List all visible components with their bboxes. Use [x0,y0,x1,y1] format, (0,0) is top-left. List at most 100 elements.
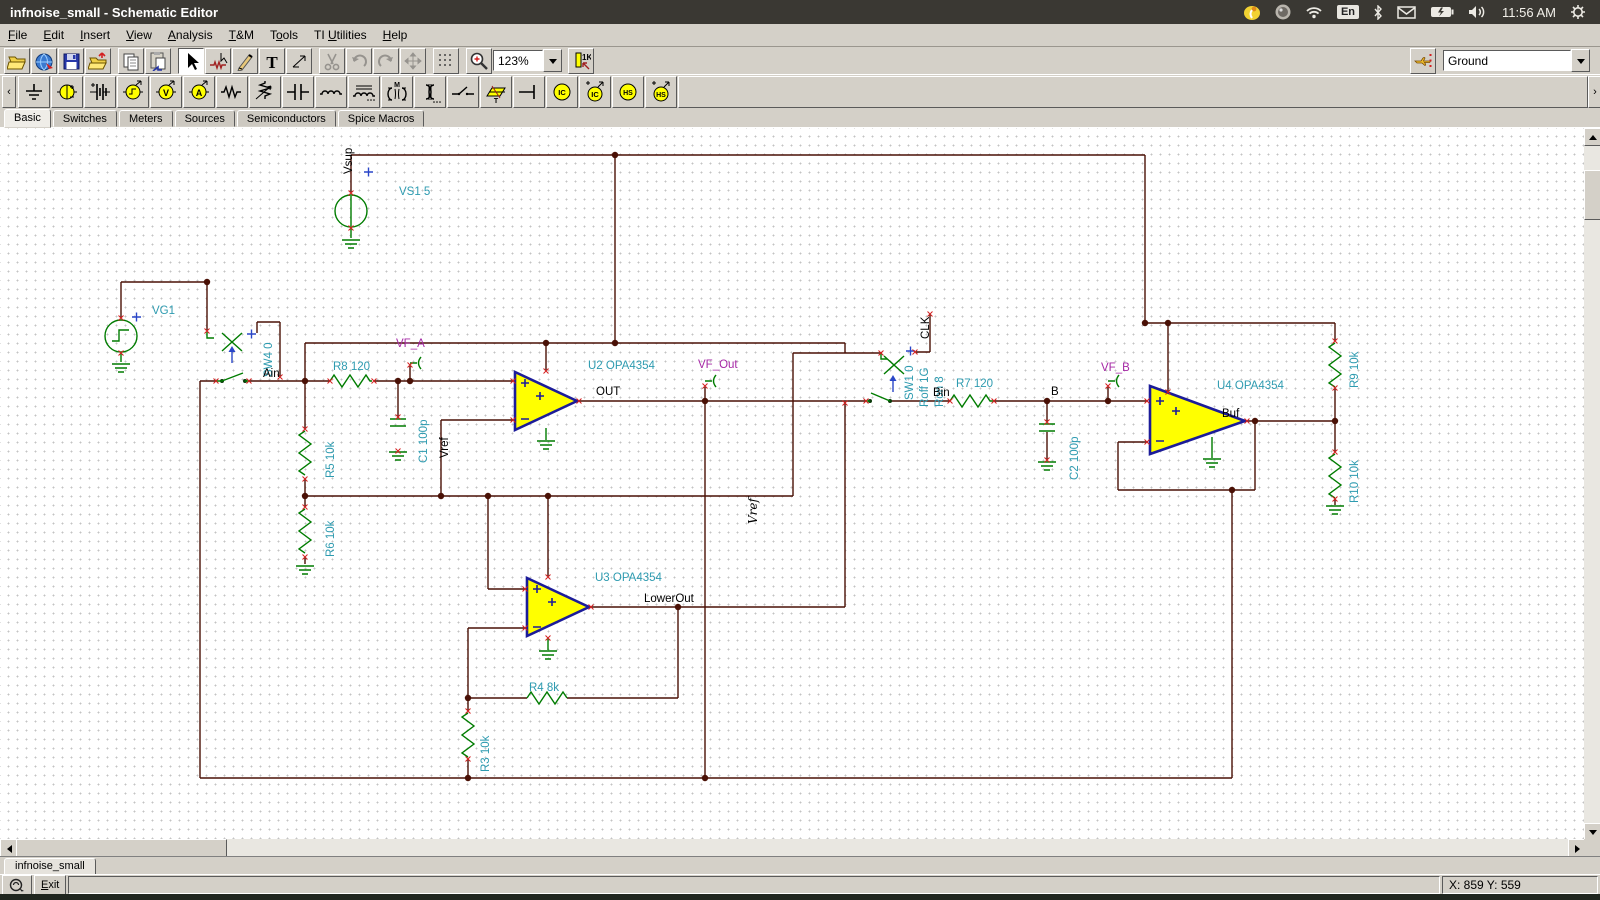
component-r6[interactable] [296,509,314,574]
vertical-scrollbar[interactable] [1584,128,1600,839]
palette-controlled-switch-button[interactable] [480,76,512,108]
palette-scroll-left[interactable]: ‹ [2,76,16,108]
mail-icon[interactable] [1397,6,1416,19]
text-tool-button[interactable] [259,48,285,74]
menu-ti-utilities[interactable]: TI Utilities [306,26,375,44]
palette-voltage-generator-button[interactable] [117,76,149,108]
label-pin-vfa[interactable]: VF_A [396,338,425,350]
exit-button[interactable]: Exit [34,875,66,895]
component-r3[interactable] [462,713,474,757]
palette-capacitor-button[interactable] [282,76,314,108]
wires[interactable] [121,155,1335,778]
component-r8[interactable] [330,375,372,387]
grid-toggle-button[interactable] [433,48,459,74]
palette-transformer-button[interactable] [414,76,446,108]
palette-inductor-button[interactable] [315,76,347,108]
label-comp-r8[interactable]: R8 120 [333,361,370,373]
label-net-vref-1[interactable]: Vref [439,437,451,458]
label-net-clk[interactable]: CLK [920,316,932,339]
copy-button[interactable] [118,48,144,74]
palette-tab-meters[interactable]: Meters [119,110,173,127]
label-comp-r6[interactable]: R6 10k [325,520,337,557]
interactive-mode-button[interactable] [2,875,32,895]
label-comp-sw1[interactable]: SW1 0 [904,365,916,400]
label-comp-vs1[interactable]: VS1 5 [399,186,430,198]
component-r9[interactable] [1329,343,1341,387]
component-cursor-button[interactable] [205,48,231,74]
palette-ammeter-button[interactable] [183,76,215,108]
label-param-roff[interactable]: Roff 1G [919,368,931,407]
palette-voltmeter-button[interactable] [150,76,182,108]
palette-voltage-source-button[interactable] [51,76,83,108]
bluetooth-icon[interactable] [1373,5,1383,20]
label-comp-r3[interactable]: R3 10k [480,735,492,772]
label-pin-vfb[interactable]: VF_B [1101,362,1130,374]
label-pin-vfout[interactable]: VF_Out [698,359,738,371]
palette-switch-button[interactable] [447,76,479,108]
palette-iron-core-inductor-button[interactable] [348,76,380,108]
component-value-tool-button[interactable] [568,48,594,74]
wifi-icon[interactable] [1305,5,1323,19]
label-net-buf[interactable]: Buf [1222,408,1240,420]
scroll-up-arrow[interactable] [1584,128,1600,146]
palette-tab-switches[interactable]: Switches [53,110,117,127]
palette-tab-semiconductors[interactable]: Semiconductors [237,110,336,127]
label-comp-r4[interactable]: R4 8k [529,682,559,694]
label-net-lowerout[interactable]: LowerOut [644,593,695,605]
save-button[interactable] [58,48,84,74]
vertical-scroll-thumb[interactable] [1584,170,1600,220]
component-u2[interactable] [515,372,577,449]
label-net-bin[interactable]: Bin [933,387,950,399]
menu-insert[interactable]: Insert [72,26,118,44]
label-comp-c2[interactable]: C2 100p [1069,437,1081,480]
menu-edit[interactable]: Edit [35,26,72,44]
schematic-canvas[interactable]: VsupVS1 5VG1SW4 0AinR8 120VF_AR5 10kR6 1… [0,128,1584,839]
net-selector-dropdown-arrow[interactable] [1571,49,1590,72]
palette-potentiometer-button[interactable] [249,76,281,108]
document-tab-infnoise_small[interactable]: infnoise_small [4,858,96,875]
menu-analysis[interactable]: Analysis [160,26,221,44]
label-net-b[interactable]: B [1051,386,1059,398]
label-comp-r9[interactable]: R9 10k [1349,351,1361,388]
palette-ic-1-button[interactable] [546,76,578,108]
pin-vf-b[interactable] [1108,375,1119,387]
battery-icon[interactable] [1430,6,1454,18]
component-u4[interactable] [1150,386,1245,467]
horizontal-scrollbar[interactable] [0,839,1584,856]
palette-hs-1-button[interactable] [612,76,644,108]
palette-tab-sources[interactable]: Sources [175,110,235,127]
session-gear-icon[interactable] [1570,4,1586,20]
palette-jumper-button[interactable] [513,76,545,108]
paste-button[interactable] [145,48,171,74]
label-comp-r5[interactable]: R5 10k [325,441,337,478]
volume-icon[interactable] [1468,5,1488,19]
net-selector[interactable]: Ground [1443,50,1590,71]
open-button[interactable] [4,48,30,74]
open-web-button[interactable] [31,48,57,74]
select-cursor-button[interactable] [178,48,204,74]
component-r7[interactable] [950,395,994,407]
label-net-vsup[interactable]: Vsup [343,148,355,174]
zoom-dropdown-arrow[interactable] [543,49,562,72]
palette-tab-basic[interactable]: Basic [4,109,51,128]
palette-scroll-right[interactable]: › [1588,76,1600,108]
component-u3[interactable] [527,578,589,659]
keyboard-layout-indicator[interactable]: En [1337,5,1359,19]
app-indicator-icon[interactable] [1243,4,1261,20]
export-button[interactable] [85,48,111,74]
label-comp-u2[interactable]: U2 OPA4354 [588,360,656,372]
wire-pen-button[interactable] [232,48,258,74]
palette-coupled-inductors-button[interactable] [381,76,413,108]
label-net-out[interactable]: OUT [596,386,620,398]
menu-t-m[interactable]: T&M [221,26,262,44]
menu-file[interactable]: File [0,26,35,44]
palette-hs-2-button[interactable] [645,76,677,108]
label-net-ain[interactable]: Ain [263,368,280,380]
palette-ground-button[interactable] [18,76,50,108]
menu-view[interactable]: View [118,26,160,44]
component-vg1[interactable] [105,313,141,373]
label-comp-r10[interactable]: R10 10k [1349,460,1361,503]
pin-vf-out[interactable] [705,375,716,387]
jump-to-net-button[interactable] [1410,48,1436,74]
component-vs1[interactable] [335,168,373,249]
